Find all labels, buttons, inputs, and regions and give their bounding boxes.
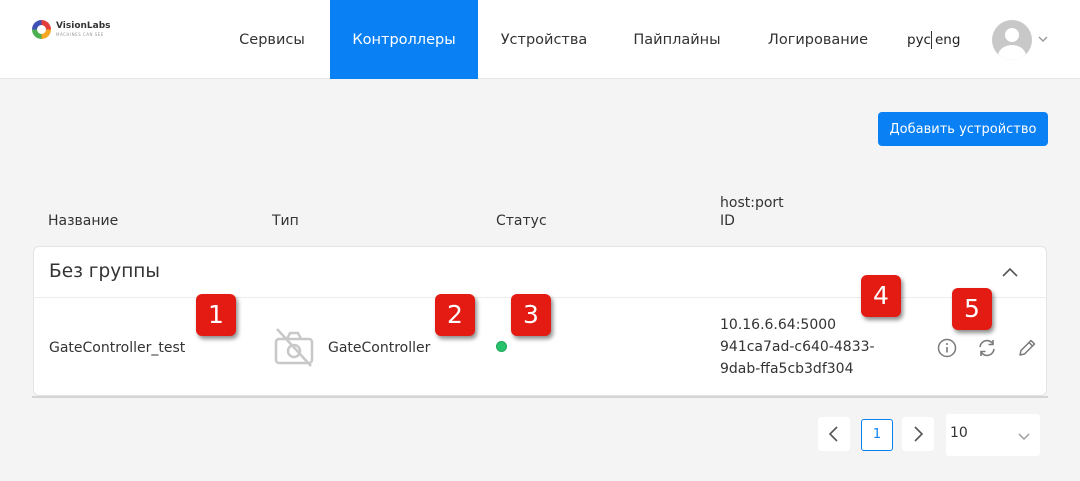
nav-services[interactable]: Сервисы <box>222 0 322 79</box>
user-icon <box>1005 28 1019 42</box>
lang-separator <box>931 31 932 49</box>
column-header-status: Статус <box>496 213 547 229</box>
chevron-right-icon <box>914 426 924 442</box>
nav-controllers[interactable]: Контроллеры <box>330 0 478 79</box>
lang-ru-toggle[interactable]: рус <box>907 30 931 50</box>
user-avatar[interactable] <box>992 20 1032 60</box>
edit-icon[interactable] <box>1016 337 1038 359</box>
controller-name[interactable]: GateController_test <box>49 338 185 359</box>
top-header: VisionLabs MACHINES CAN SEE Сервисы Конт… <box>0 0 1080 79</box>
column-header-host: host:port <box>720 195 784 211</box>
logo-name: VisionLabs <box>56 21 111 31</box>
nav-devices[interactable]: Устройства <box>487 0 601 79</box>
column-header-name: Название <box>48 213 119 229</box>
logo-ring-icon <box>32 20 51 39</box>
lang-en-toggle[interactable]: eng <box>935 30 960 50</box>
prev-page-button[interactable] <box>818 417 850 451</box>
chevron-down-icon[interactable] <box>1037 34 1049 44</box>
column-header-type: Тип <box>272 213 299 229</box>
logo-tagline: MACHINES CAN SEE <box>56 32 104 37</box>
page-size-select[interactable]: 10 <box>946 414 1040 456</box>
refresh-icon[interactable] <box>976 337 998 359</box>
callout-badge-5: 5 <box>952 288 992 330</box>
card-bottom-border <box>32 396 1048 398</box>
callout-badge-2: 2 <box>435 294 475 336</box>
controller-id-line2: 9dab-ffa5cb3df304 <box>720 361 854 377</box>
status-online-indicator <box>496 341 507 352</box>
nav-pipelines[interactable]: Пайплайны <box>618 0 736 79</box>
add-device-button[interactable]: Добавить устройство <box>878 112 1048 146</box>
controller-type: GateController <box>328 340 431 356</box>
controller-id-line1: 941ca7ad-c640-4833- <box>720 339 875 355</box>
visionlabs-logo[interactable]: VisionLabs MACHINES CAN SEE <box>32 20 122 40</box>
page-number-current[interactable]: 1 <box>861 419 893 451</box>
chevron-down-icon <box>1018 433 1030 440</box>
next-page-button[interactable] <box>902 417 934 451</box>
chevron-left-icon <box>828 426 838 442</box>
callout-badge-1: 1 <box>196 294 236 336</box>
nav-logging[interactable]: Логирование <box>754 0 882 79</box>
user-icon-body <box>998 45 1026 60</box>
camera-off-icon <box>274 328 314 367</box>
callout-badge-3: 3 <box>511 294 551 336</box>
page-size-value: 10 <box>950 425 968 441</box>
chevron-up-icon[interactable] <box>1000 263 1020 281</box>
callout-badge-4: 4 <box>861 275 901 317</box>
controller-host: 10.16.6.64:5000 <box>720 317 837 333</box>
column-header-id: ID <box>720 213 735 229</box>
group-title: Без группы <box>49 261 160 282</box>
info-icon[interactable] <box>936 337 958 359</box>
